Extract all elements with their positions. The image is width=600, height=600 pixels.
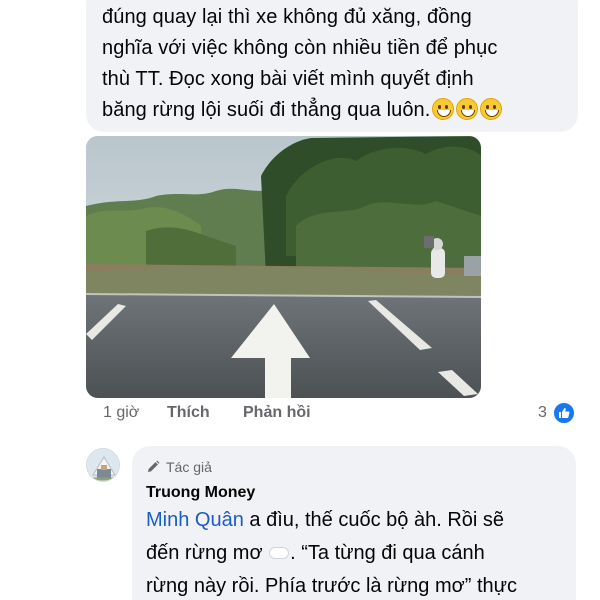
author-name[interactable]: Truong Money xyxy=(146,484,562,502)
grinning-emoji-icon xyxy=(480,98,503,120)
reaction-summary[interactable]: 3 xyxy=(538,402,575,424)
grinning-emoji-icon xyxy=(432,98,455,120)
reply-bubble: Tác giả Truong Money Minh Quân a đìu, th… xyxy=(132,446,576,600)
avatar[interactable] xyxy=(86,448,120,482)
comment-bubble: đúng quay lại thì xe không đủ xăng, đồng… xyxy=(86,0,578,132)
reaction-count: 3 xyxy=(538,404,547,421)
reply-line: đến rừng mơ . “Ta từng đi qua cánh xyxy=(146,537,562,570)
reply-line: Minh Quân a đìu, thế cuốc bộ àh. Rồi sẽ xyxy=(146,504,562,537)
cloud-emoji-icon xyxy=(269,547,290,559)
reply-text: Minh Quân a đìu, thế cuốc bộ àh. Rồi sẽ … xyxy=(146,504,562,600)
avatar-image xyxy=(87,449,119,481)
pencil-icon xyxy=(148,460,160,472)
comment-line: thù TT. Đọc xong bài viết mình quyết địn… xyxy=(102,68,474,90)
grinning-emoji-icon xyxy=(456,98,479,120)
reply-line-text: a đìu, thế cuốc bộ àh. Rồi sẽ xyxy=(243,509,505,531)
reply-button[interactable]: Phản hồi xyxy=(243,404,311,422)
comment-line: nghĩa với việc không còn nhiều tiền để p… xyxy=(102,37,498,59)
thumbs-up-icon xyxy=(552,402,575,424)
author-badge: Tác giả xyxy=(146,458,562,476)
road-forest-image xyxy=(86,136,481,398)
comment-photo[interactable] xyxy=(86,136,481,398)
mention-link[interactable]: Minh Quân xyxy=(146,509,244,531)
reply-line-text: đến rừng mơ xyxy=(146,542,269,564)
comment-line-text: băng rừng lội suối đi thẳng qua luôn. xyxy=(102,99,431,121)
reply-line: rừng này rồi. Phía trước là rừng mơ” thự… xyxy=(146,575,518,597)
comment-line-last: băng rừng lội suối đi thẳng qua luôn. xyxy=(102,95,564,126)
comment-timestamp[interactable]: 1 giờ xyxy=(103,404,167,422)
reply-line-text: . “Ta từng đi qua cánh xyxy=(290,542,485,564)
comment-actions: 1 giờ Thích Phản hồi xyxy=(103,404,311,422)
author-badge-label: Tác giả xyxy=(166,459,212,475)
comment-line: đúng quay lại thì xe không đủ xăng, đồng xyxy=(102,6,472,28)
like-button[interactable]: Thích xyxy=(167,404,243,422)
